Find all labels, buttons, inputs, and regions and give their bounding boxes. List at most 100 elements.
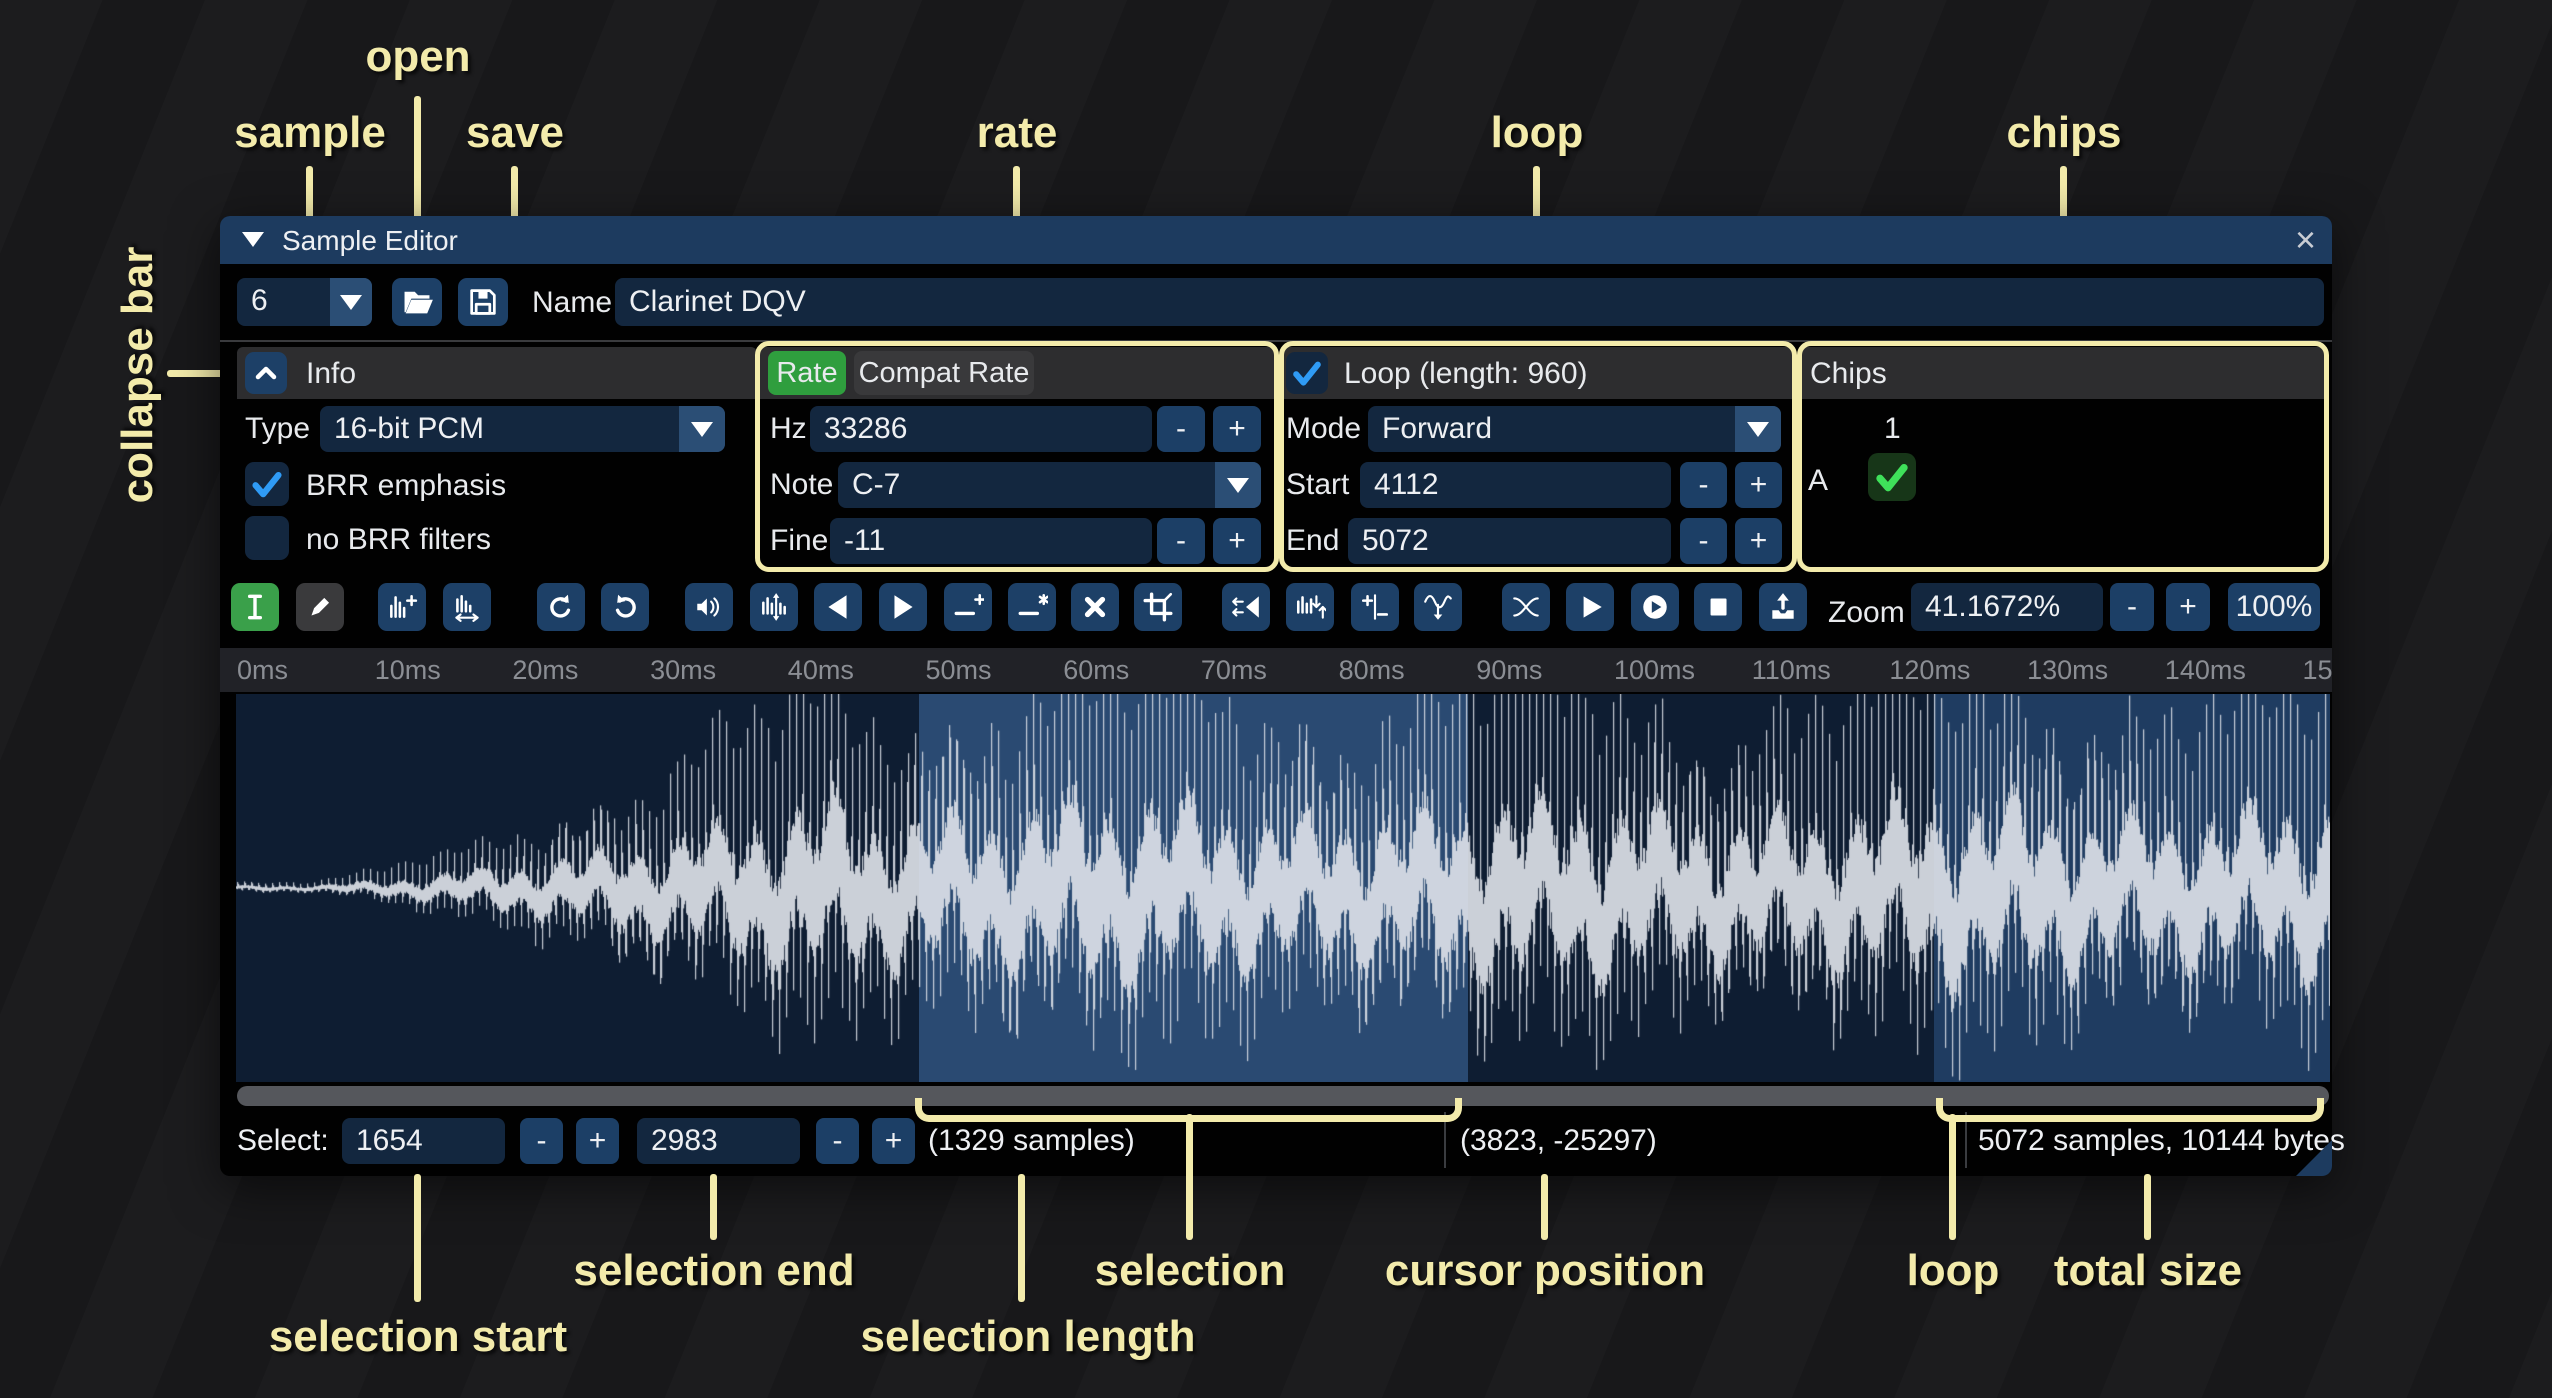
loop-mode-value: Forward xyxy=(1382,406,1492,452)
reverse-button[interactable] xyxy=(1222,583,1270,631)
hz-input[interactable]: 33286 xyxy=(810,406,1152,452)
hz-plus-button[interactable]: + xyxy=(1213,406,1261,452)
zoom-minus-button[interactable]: - xyxy=(2110,583,2154,631)
selection-start-plus-button[interactable]: + xyxy=(576,1118,619,1164)
ruler-label: 60ms xyxy=(1063,655,1129,686)
chevron-down-icon[interactable] xyxy=(1215,462,1261,508)
crossfade-button[interactable] xyxy=(1502,583,1550,631)
ibeam-select-button[interactable] xyxy=(231,583,279,631)
loop-start-minus-button[interactable]: - xyxy=(1680,462,1727,508)
divider xyxy=(220,340,2332,342)
annotation-sample: sample xyxy=(234,108,386,158)
type-select[interactable]: 16-bit PCM xyxy=(320,406,725,452)
loop-mode-select[interactable]: Forward xyxy=(1368,406,1781,452)
fine-minus-button[interactable]: - xyxy=(1157,518,1205,564)
loop-end-plus-button[interactable]: + xyxy=(1735,518,1782,564)
preview-button[interactable] xyxy=(1566,583,1614,631)
ruler-label: 70ms xyxy=(1201,655,1267,686)
tab-rate[interactable]: Rate xyxy=(768,351,846,395)
chip-row-label: A xyxy=(1808,464,1828,498)
sign-button[interactable] xyxy=(1351,583,1399,631)
no-brr-filters-checkbox[interactable] xyxy=(245,516,289,560)
chip-column-label: 1 xyxy=(1884,412,1901,446)
save-sample-button[interactable] xyxy=(458,278,508,326)
close-icon[interactable]: × xyxy=(2295,218,2316,262)
waveform-display[interactable] xyxy=(236,694,2330,1082)
fine-input[interactable]: -11 xyxy=(830,518,1152,564)
pencil-draw-icon xyxy=(304,591,336,623)
note-select[interactable]: C-7 xyxy=(838,462,1261,508)
loop-enabled-checkbox[interactable] xyxy=(1286,352,1328,394)
annotation-loop-bottom: loop xyxy=(1907,1246,2000,1296)
pencil-draw-button[interactable] xyxy=(296,583,344,631)
sample-select-value: 6 xyxy=(251,278,268,324)
zoom-label: Zoom xyxy=(1828,596,1905,630)
tab-compat-rate[interactable]: Compat Rate xyxy=(854,351,1034,395)
preview-selection-button[interactable] xyxy=(1631,583,1679,631)
insert-silence-button[interactable] xyxy=(944,583,992,631)
import-icon xyxy=(1767,591,1799,623)
ibeam-select-icon xyxy=(239,591,271,623)
chip-enabled-checkbox[interactable] xyxy=(1868,453,1916,501)
selection-end-minus-button[interactable]: - xyxy=(816,1118,859,1164)
amplify-button[interactable] xyxy=(685,583,733,631)
stop-button[interactable] xyxy=(1694,583,1742,631)
selection-end-plus-button[interactable]: + xyxy=(872,1118,915,1164)
selection-end-input[interactable]: 2983 xyxy=(637,1118,800,1164)
preview-icon xyxy=(1574,591,1606,623)
loop-end-minus-button[interactable]: - xyxy=(1680,518,1727,564)
invert-button[interactable] xyxy=(1286,583,1334,631)
callout-line-selection-length xyxy=(1018,1174,1025,1302)
ruler-label: 130ms xyxy=(2027,655,2108,686)
open-sample-button[interactable] xyxy=(392,278,442,326)
selection-start-minus-button[interactable]: - xyxy=(520,1118,563,1164)
fade-out-button[interactable] xyxy=(879,583,927,631)
callout-line-selection xyxy=(1186,1114,1193,1240)
undo-button[interactable] xyxy=(537,583,585,631)
filter-button[interactable] xyxy=(1414,583,1462,631)
time-ruler[interactable]: 0ms10ms20ms30ms40ms50ms60ms70ms80ms90ms1… xyxy=(220,648,2332,692)
loop-end-input[interactable]: 5072 xyxy=(1348,518,1671,564)
window-titlebar[interactable]: Sample Editor × xyxy=(220,216,2332,264)
window-resize-grip[interactable] xyxy=(2296,1140,2332,1176)
fade-in-button[interactable] xyxy=(814,583,862,631)
chevron-down-icon[interactable] xyxy=(679,406,725,452)
resize-button[interactable] xyxy=(378,583,426,631)
normalize-button[interactable] xyxy=(750,583,798,631)
selection-start-input[interactable]: 1654 xyxy=(342,1118,505,1164)
fine-label: Fine xyxy=(770,524,828,558)
zoom-plus-button[interactable]: + xyxy=(2166,583,2210,631)
folder-open-icon xyxy=(400,285,434,319)
resample-button[interactable] xyxy=(443,583,491,631)
waveform-canvas[interactable] xyxy=(236,694,2330,1082)
brr-emphasis-checkbox[interactable] xyxy=(245,462,289,506)
resize-icon xyxy=(386,591,418,623)
apply-silence-button[interactable] xyxy=(1008,583,1056,631)
callout-bracket-loop xyxy=(1936,1098,2324,1122)
amplify-icon xyxy=(693,591,725,623)
checkmark-icon xyxy=(1289,355,1325,391)
chevron-down-icon[interactable] xyxy=(1735,406,1781,452)
annotation-selection-end: selection end xyxy=(573,1246,854,1296)
cursor-position-text: (3823, -25297) xyxy=(1460,1124,1657,1158)
trim-button[interactable] xyxy=(1134,583,1182,631)
info-collapse-button[interactable] xyxy=(245,352,287,394)
loop-start-plus-button[interactable]: + xyxy=(1735,462,1782,508)
sample-select[interactable]: 6 xyxy=(237,278,372,326)
ruler-label: 20ms xyxy=(512,655,578,686)
delete-button[interactable] xyxy=(1071,583,1119,631)
fine-plus-button[interactable]: + xyxy=(1213,518,1261,564)
chevron-down-icon[interactable] xyxy=(330,278,372,326)
hz-minus-button[interactable]: - xyxy=(1157,406,1205,452)
zoom-reset-button[interactable]: 100% xyxy=(2228,583,2320,631)
collapse-window-icon[interactable] xyxy=(242,232,264,247)
zoom-input[interactable]: 41.1672% xyxy=(1911,583,2103,631)
redo-button[interactable] xyxy=(601,583,649,631)
sample-name-input[interactable]: Clarinet DQV xyxy=(615,278,2324,326)
delete-icon xyxy=(1079,591,1111,623)
no-brr-filters-label: no BRR filters xyxy=(306,523,491,557)
loop-start-input[interactable]: 4112 xyxy=(1360,462,1671,508)
import-button[interactable] xyxy=(1759,583,1807,631)
name-label: Name xyxy=(532,286,612,320)
annotation-selection: selection xyxy=(1095,1246,1286,1296)
